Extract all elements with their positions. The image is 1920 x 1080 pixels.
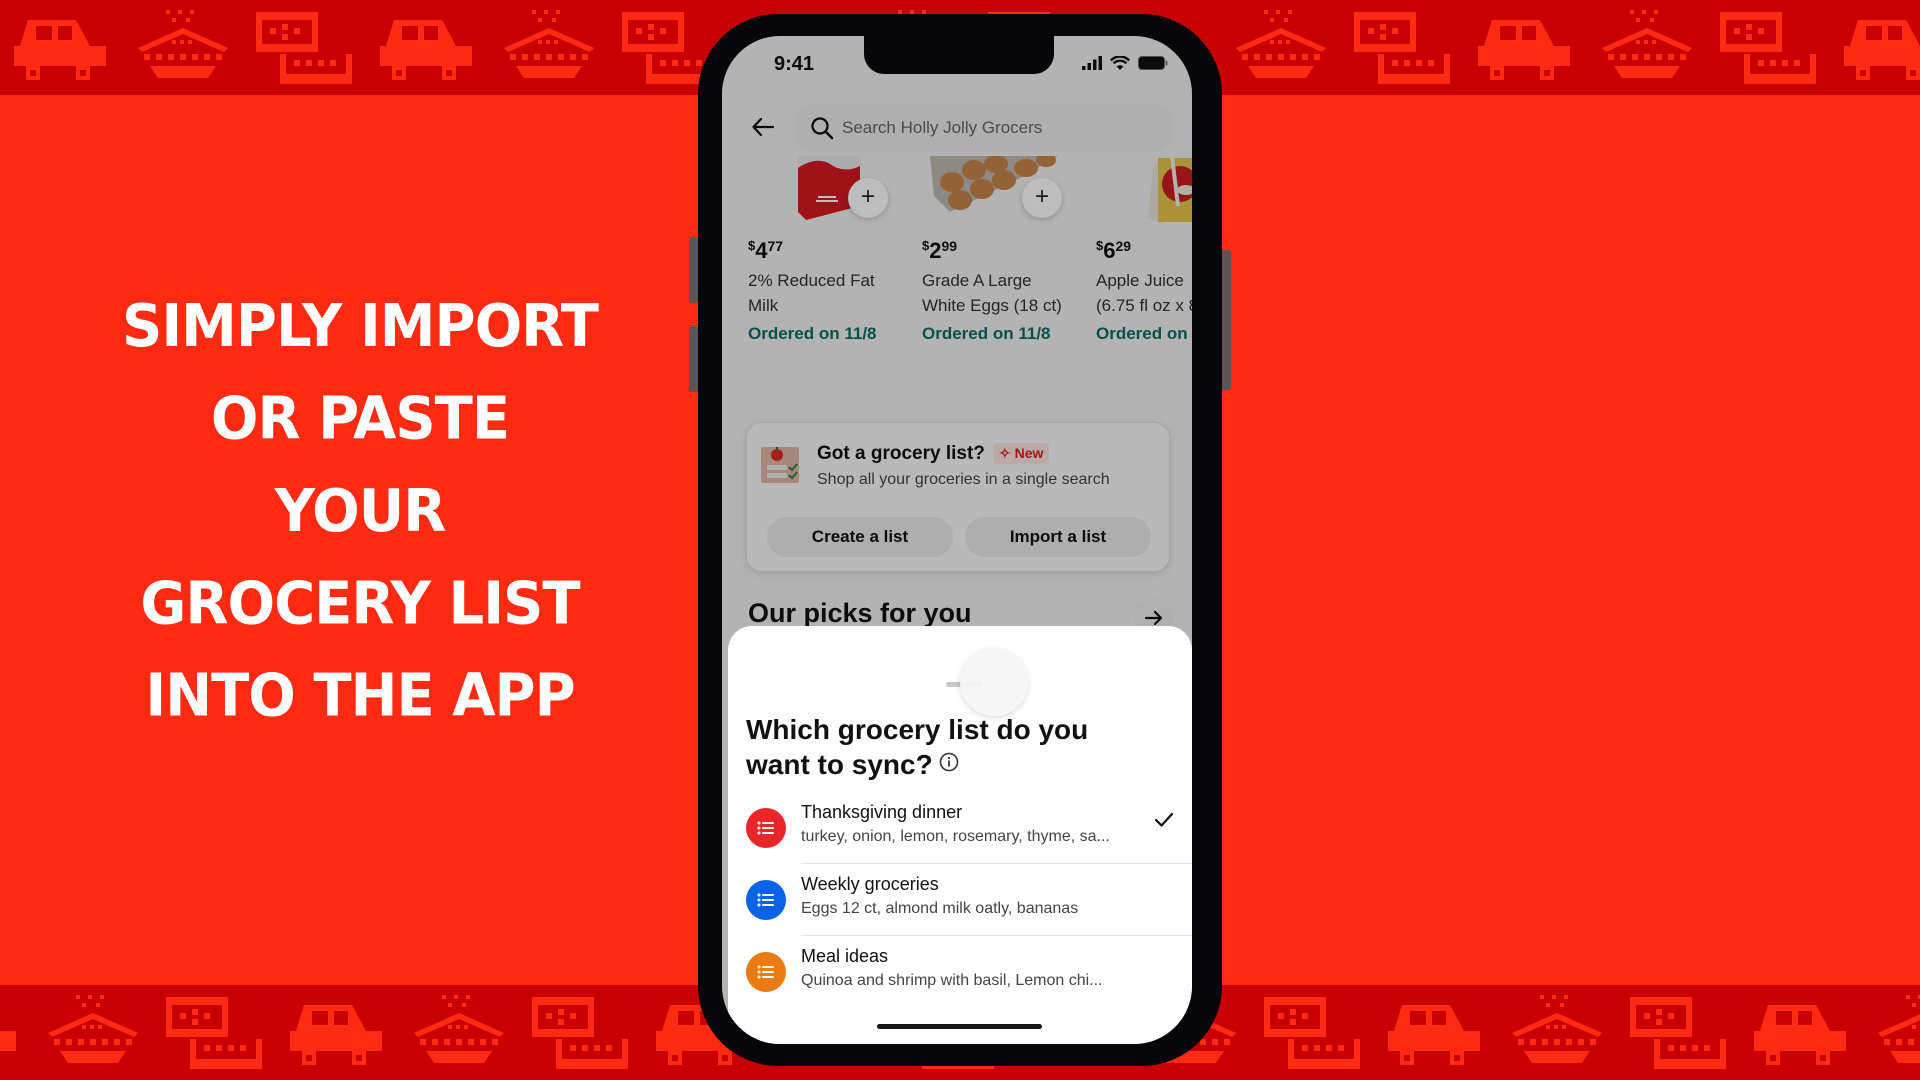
- status-time: 9:41: [774, 53, 815, 75]
- pie-icon: [1220, 8, 1342, 88]
- add-to-cart-button[interactable]: +: [848, 178, 888, 218]
- headline-line: grocery list: [140, 569, 580, 638]
- product-name: Grade A Large White Eggs (18 ct): [922, 271, 1062, 315]
- power-button: [1221, 250, 1231, 390]
- nav-bar: [722, 100, 1192, 156]
- sheet-title: Which grocery list do you want to sync?: [746, 714, 1089, 780]
- section-title-picks: Our picks for you: [748, 598, 972, 628]
- list-icon: [746, 808, 786, 848]
- gift-box-icon: [520, 993, 642, 1073]
- list-icon: [746, 952, 786, 992]
- checkmark-icon: [1154, 812, 1174, 833]
- ordered-date: Ordered on 11/8: [748, 324, 877, 343]
- product-name: 2% Reduced Fat Milk: [748, 271, 875, 315]
- new-badge: ✧ New: [993, 443, 1050, 464]
- headline-line: into the app: [145, 662, 575, 731]
- list-option-items: Quinoa and shrimp with basil, Lemon chi.…: [801, 972, 1103, 989]
- pie-icon: [32, 993, 154, 1073]
- back-button[interactable]: [748, 112, 778, 142]
- product-name: Apple Juice (6.75 fl oz x 8: [1096, 271, 1192, 315]
- phone-screen: 9:41 + $477 2%: [722, 36, 1192, 1044]
- product-price: $629: [1096, 238, 1132, 263]
- grocery-list-options: Thanksgiving dinner turkey, onion, lemon…: [728, 792, 1192, 1008]
- headline-line: your: [274, 477, 447, 546]
- arrow-left-icon: [752, 118, 774, 136]
- car-icon: [1740, 993, 1862, 1073]
- gift-box-icon: [244, 8, 366, 88]
- search-icon: [811, 117, 834, 140]
- product-price: $477: [748, 238, 784, 263]
- car-icon: [1464, 8, 1586, 88]
- headline-line: Simply import: [122, 292, 599, 361]
- touch-indicator: [960, 648, 1028, 716]
- grocery-list-illustration-icon: [761, 445, 803, 490]
- car-icon: [1374, 993, 1496, 1073]
- pie-icon: [488, 8, 610, 88]
- list-option-thanksgiving[interactable]: Thanksgiving dinner turkey, onion, lemon…: [728, 792, 1192, 864]
- gift-box-icon: [1342, 8, 1464, 88]
- grocery-list-card: Got a grocery list? ✧ New Shop all your …: [746, 422, 1170, 572]
- grocery-card-subtitle: Shop all your groceries in a single sear…: [817, 471, 1110, 488]
- gift-box-icon: [154, 993, 276, 1073]
- promo-headline: Simply import or paste your grocery list…: [110, 281, 610, 743]
- car-icon: [276, 993, 398, 1073]
- list-option-title: Weekly groceries: [801, 874, 939, 894]
- import-list-button[interactable]: Import a list: [965, 517, 1151, 557]
- home-indicator[interactable]: [877, 1024, 1042, 1029]
- list-option-items: Eggs 12 ct, almond milk oatly, bananas: [801, 900, 1079, 917]
- gift-box-icon: [1252, 993, 1374, 1073]
- product-carousel: + $477 2% Reduced Fat Milk Ordered on 11/…: [722, 156, 1192, 396]
- list-option-items: turkey, onion, lemon, rosemary, thyme, s…: [801, 828, 1110, 845]
- add-to-cart-button[interactable]: +: [1022, 178, 1062, 218]
- wifi-icon: [1109, 55, 1131, 75]
- pie-icon: [122, 8, 244, 88]
- grocery-card-title: Got a grocery list?: [817, 443, 985, 464]
- apple-juice-image: [1148, 156, 1192, 228]
- info-icon[interactable]: [939, 752, 959, 772]
- battery-icon: [1138, 56, 1168, 75]
- gift-box-icon: [1618, 993, 1740, 1073]
- ordered-date: Ordered on 11/8: [922, 324, 1051, 343]
- list-option-title: Meal ideas: [801, 946, 889, 966]
- pie-icon: [1586, 8, 1708, 88]
- list-option-meal-ideas[interactable]: Meal ideas Quinoa and shrimp with basil,…: [728, 936, 1192, 1008]
- pie-icon: [398, 993, 520, 1073]
- cellular-signal-icon: [1082, 56, 1102, 75]
- create-list-button[interactable]: Create a list: [767, 517, 953, 557]
- car-icon: [366, 8, 488, 88]
- gift-box-icon: [1708, 8, 1830, 88]
- notch: [864, 36, 1054, 74]
- car-icon: [0, 993, 32, 1073]
- pie-icon: [1496, 993, 1618, 1073]
- list-option-weekly[interactable]: Weekly groceries Eggs 12 ct, almond milk…: [728, 864, 1192, 936]
- car-icon: [1830, 8, 1920, 88]
- ordered-date: Ordered on 11/8: [1096, 324, 1192, 343]
- list-option-title: Thanksgiving dinner: [801, 802, 963, 822]
- pie-icon: [1862, 993, 1920, 1073]
- sync-list-bottom-sheet: Which grocery list do you want to sync? …: [728, 626, 1192, 1044]
- product-price: $299: [922, 238, 958, 263]
- search-input[interactable]: [842, 118, 1142, 138]
- search-field[interactable]: [796, 104, 1172, 152]
- headline-line: or paste: [210, 384, 510, 454]
- list-icon: [746, 880, 786, 920]
- car-icon: [0, 8, 122, 88]
- arrow-right-icon: [1145, 611, 1163, 625]
